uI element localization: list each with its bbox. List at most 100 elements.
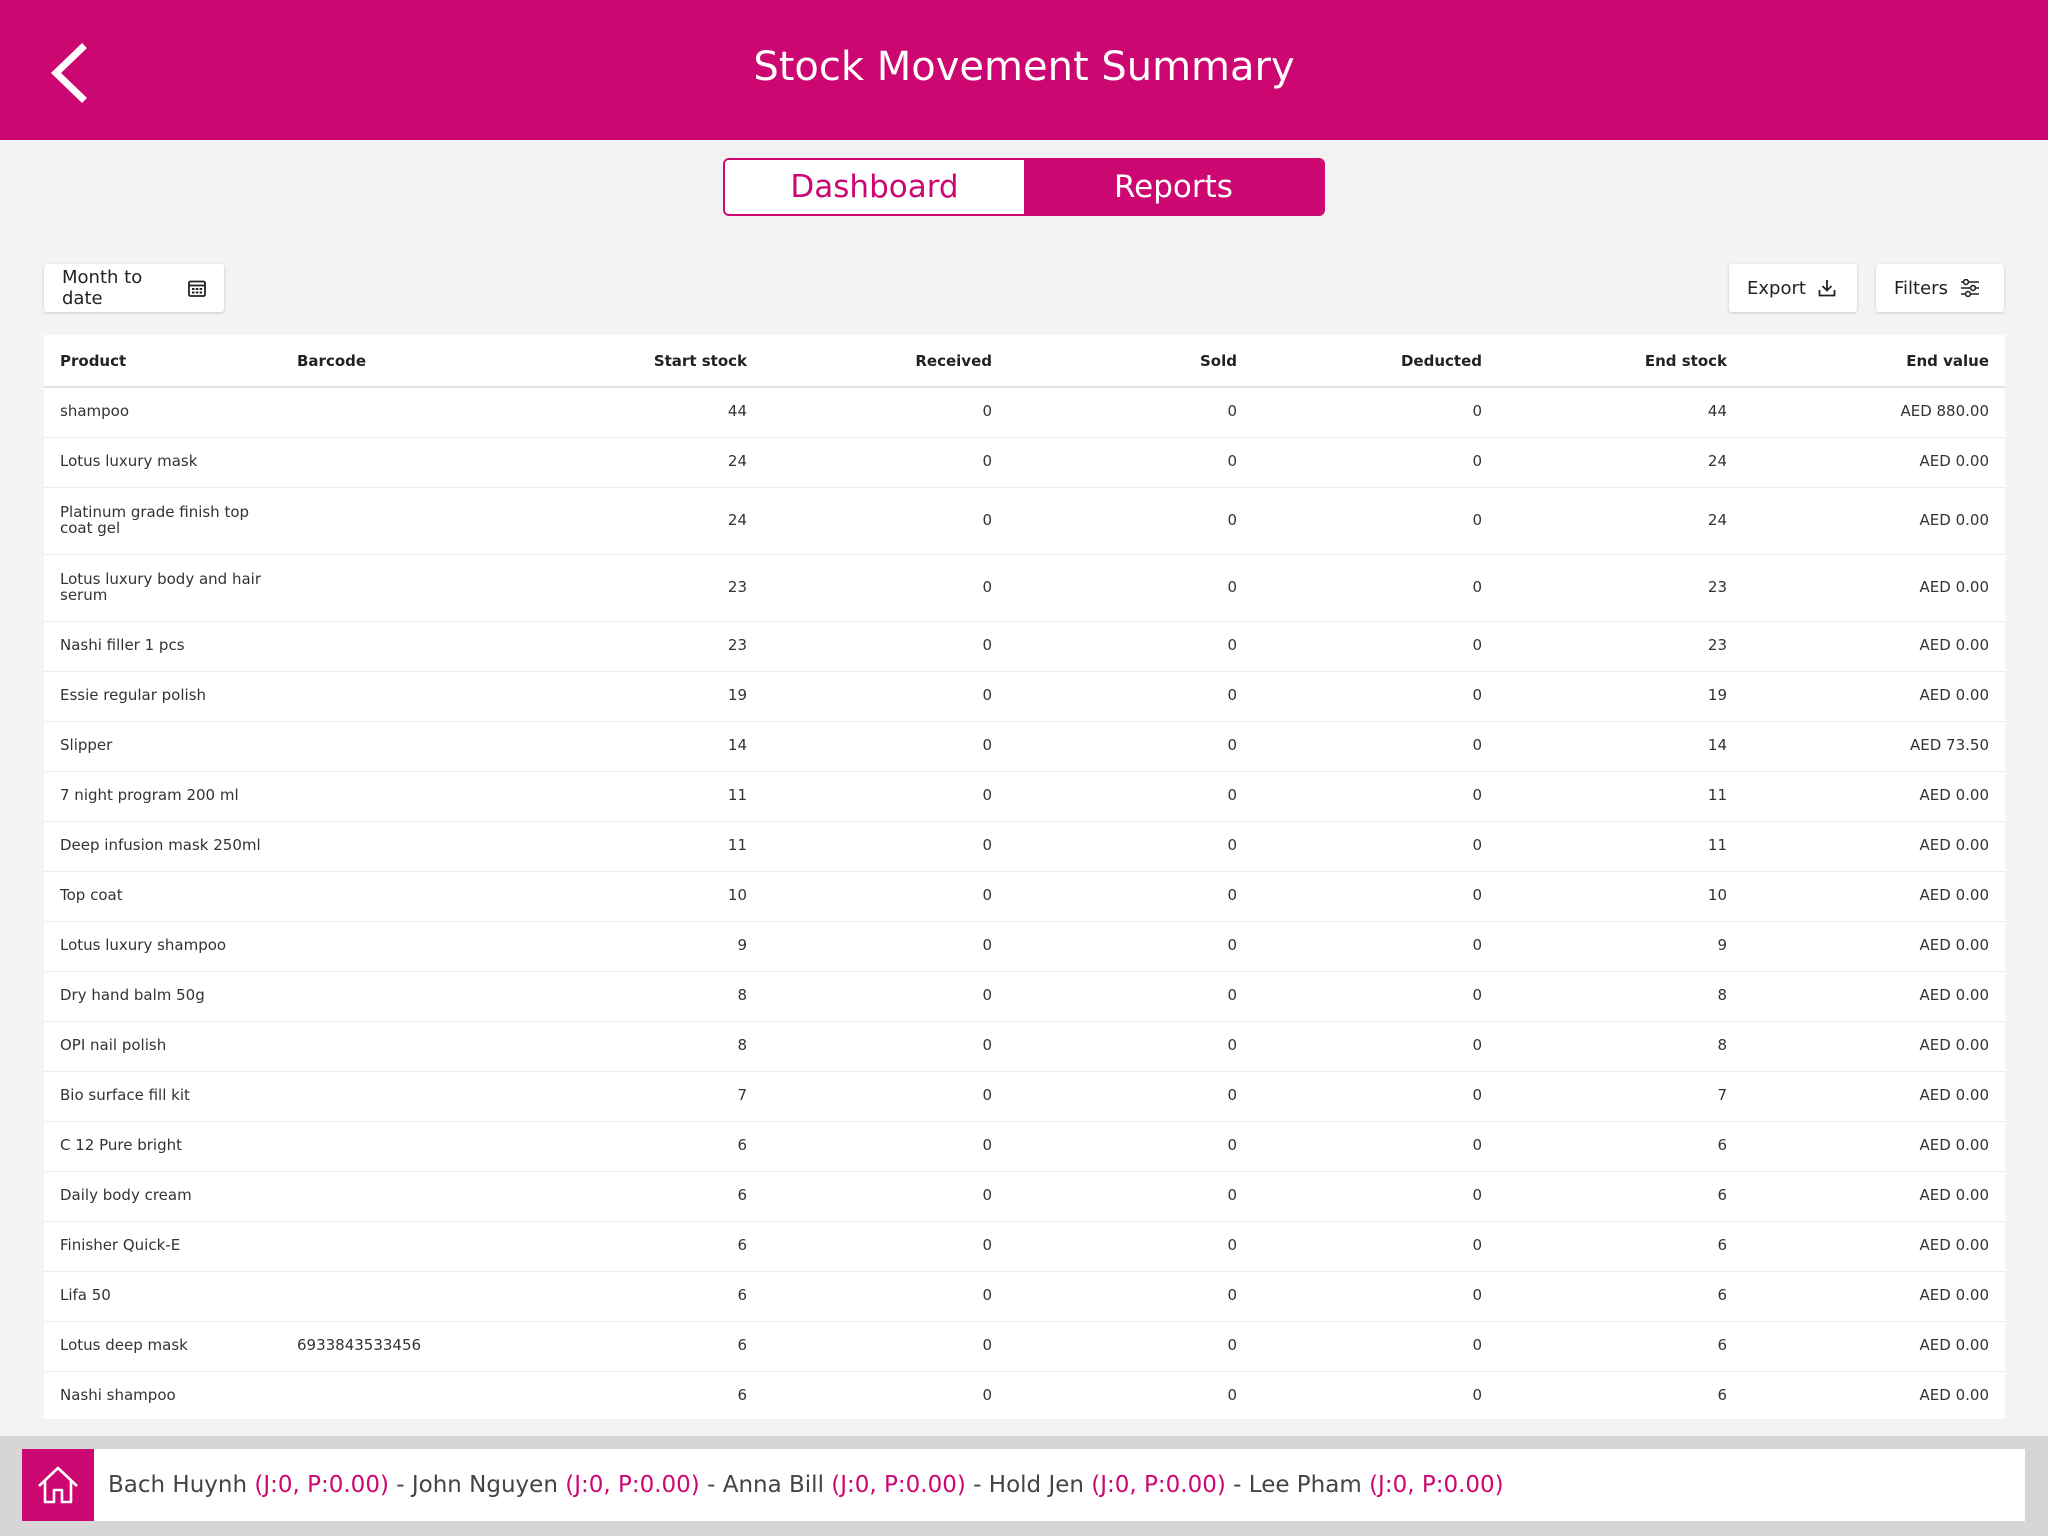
cell-end-stock: 24 — [1498, 437, 1743, 488]
cell-end-stock: 6 — [1498, 1371, 1743, 1419]
cell-start-stock: 23 — [518, 621, 763, 672]
filters-button[interactable]: Filters — [1876, 264, 2004, 312]
table-row[interactable]: Lotus luxury mask 24 0 0 0 24 AED 0.00 — [44, 437, 2005, 488]
table-row[interactable]: Lotus luxury shampoo 9 0 0 0 9 AED 0.00 — [44, 921, 2005, 972]
cell-product: Lotus deep mask — [44, 1321, 281, 1372]
date-range-label: Month to date — [62, 267, 143, 309]
staff-member[interactable]: Bach Huynh (J:0, P:0.00) — [108, 1472, 389, 1498]
top-app-bar: Stock Movement Summary — [0, 0, 2048, 140]
home-button[interactable] — [22, 1449, 94, 1521]
table-body: shampoo 44 0 0 0 44 AED 880.00 Lotus luxury mas… — [44, 387, 2005, 1419]
filters-label: Filters — [1894, 277, 1948, 299]
cell-start-stock: 6 — [518, 1371, 763, 1419]
cell-barcode — [281, 671, 518, 722]
column-header-sold[interactable]: Sold — [1008, 335, 1253, 388]
column-header-received[interactable]: Received — [763, 335, 1008, 388]
cell-barcode — [281, 1121, 518, 1172]
cell-sold: 0 — [1008, 971, 1253, 1022]
cell-deducted: 0 — [1253, 971, 1498, 1022]
table-row[interactable]: Daily body cream 6 0 0 0 6 AED 0.00 — [44, 1171, 2005, 1222]
cell-deducted: 0 — [1253, 1321, 1498, 1372]
table-row[interactable]: Lotus deep mask 6933843533456 6 0 0 0 6 AED 0.0… — [44, 1321, 2005, 1372]
cell-received: 0 — [763, 671, 1008, 722]
cell-end-stock: 10 — [1498, 871, 1743, 922]
cell-end-stock: 19 — [1498, 671, 1743, 722]
column-header-start-stock[interactable]: Start stock — [518, 335, 763, 388]
staff-member[interactable]: John Nguyen (J:0, P:0.00) — [412, 1472, 700, 1498]
tab-reports[interactable]: Reports — [1024, 160, 1323, 214]
column-header-barcode[interactable]: Barcode — [281, 335, 518, 388]
table-row[interactable]: Lifa 50 6 0 0 0 6 AED 0.00 — [44, 1271, 2005, 1322]
staff-stats: (J:0, P:0.00) — [1369, 1472, 1504, 1498]
export-label: Export — [1747, 277, 1806, 299]
cell-barcode — [281, 1371, 518, 1419]
staff-separator: - — [388, 1472, 412, 1498]
cell-end-value: AED 0.00 — [1743, 1221, 2005, 1272]
staff-stats: (J:0, P:0.00) — [1091, 1472, 1226, 1498]
stock-table-container[interactable]: Product Barcode Start stock Received Sol… — [44, 335, 2005, 1419]
cell-end-stock: 11 — [1498, 771, 1743, 822]
cell-barcode — [281, 387, 518, 438]
cell-received: 0 — [763, 1071, 1008, 1122]
export-button[interactable]: Export — [1729, 264, 1857, 312]
column-header-product[interactable]: Product — [44, 335, 281, 388]
cell-sold: 0 — [1008, 1071, 1253, 1122]
table-row[interactable]: Top coat 10 0 0 0 10 AED 0.00 — [44, 871, 2005, 922]
table-row[interactable]: Finisher Quick-E 6 0 0 0 6 AED 0.00 — [44, 1221, 2005, 1272]
cell-product: Bio surface fill kit — [44, 1071, 281, 1122]
staff-member[interactable]: Hold Jen (J:0, P:0.00) — [989, 1472, 1226, 1498]
table-row[interactable]: shampoo 44 0 0 0 44 AED 880.00 — [44, 387, 2005, 438]
cell-end-stock: 11 — [1498, 821, 1743, 872]
cell-product: Top coat — [44, 871, 281, 922]
cell-barcode — [281, 971, 518, 1022]
cell-product: Lotus luxury body and hair serum — [44, 554, 281, 622]
cell-product: Slipper — [44, 721, 281, 772]
staff-stats: (J:0, P:0.00) — [254, 1472, 389, 1498]
staff-member[interactable]: Lee Pham (J:0, P:0.00) — [1249, 1472, 1504, 1498]
cell-product: Platinum grade finish top coat gel — [44, 487, 281, 555]
cell-received: 0 — [763, 871, 1008, 922]
cell-end-value: AED 0.00 — [1743, 621, 2005, 672]
cell-product: Nashi shampoo — [44, 1371, 281, 1419]
table-row[interactable]: Bio surface fill kit 7 0 0 0 7 AED 0.00 — [44, 1071, 2005, 1122]
cell-start-stock: 19 — [518, 671, 763, 722]
cell-received: 0 — [763, 1221, 1008, 1272]
cell-start-stock: 11 — [518, 771, 763, 822]
table-row[interactable]: Platinum grade finish top coat gel 24 0 0 0 2… — [44, 487, 2005, 555]
home-icon — [38, 1466, 78, 1504]
table-row[interactable]: Dry hand balm 50g 8 0 0 0 8 AED 0.00 — [44, 971, 2005, 1022]
cell-received: 0 — [763, 554, 1008, 622]
cell-end-stock: 6 — [1498, 1171, 1743, 1222]
table-row[interactable]: Slipper 14 0 0 0 14 AED 73.50 — [44, 721, 2005, 772]
column-header-end-stock[interactable]: End stock — [1498, 335, 1743, 388]
cell-product: C 12 Pure bright — [44, 1121, 281, 1172]
column-header-deducted[interactable]: Deducted — [1253, 335, 1498, 388]
tab-dashboard[interactable]: Dashboard — [725, 160, 1024, 214]
cell-barcode — [281, 487, 518, 555]
cell-received: 0 — [763, 1321, 1008, 1372]
staff-member[interactable]: Anna Bill (J:0, P:0.00) — [723, 1472, 966, 1498]
table-row[interactable]: Deep infusion mask 250ml 11 0 0 0 11 AED 0.00 — [44, 821, 2005, 872]
table-row[interactable]: Lotus luxury body and hair serum 23 0 0 0 23 A… — [44, 554, 2005, 622]
cell-barcode — [281, 1221, 518, 1272]
table-row[interactable]: 7 night program 200 ml 11 0 0 0 11 AED 0.00 — [44, 771, 2005, 822]
cell-barcode — [281, 554, 518, 622]
table-row[interactable]: OPI nail polish 8 0 0 0 8 AED 0.00 — [44, 1021, 2005, 1072]
table-row[interactable]: C 12 Pure bright 6 0 0 0 6 AED 0.00 — [44, 1121, 2005, 1172]
cell-product: shampoo — [44, 387, 281, 438]
report-panel: Month to date Export Filters Product Bar… — [22, 249, 2027, 1419]
cell-product: Lotus luxury mask — [44, 437, 281, 488]
cell-deducted: 0 — [1253, 1071, 1498, 1122]
stock-movement-table: Product Barcode Start stock Received Sol… — [44, 335, 2005, 1419]
table-row[interactable]: Essie regular polish 19 0 0 0 19 AED 0.00 — [44, 671, 2005, 722]
cell-sold: 0 — [1008, 671, 1253, 722]
cell-barcode — [281, 1071, 518, 1122]
cell-deducted: 0 — [1253, 437, 1498, 488]
cell-sold: 0 — [1008, 771, 1253, 822]
column-header-end-value[interactable]: End value — [1743, 335, 2005, 388]
calendar-icon — [188, 280, 206, 297]
cell-deducted: 0 — [1253, 1371, 1498, 1419]
table-row[interactable]: Nashi filler 1 pcs 23 0 0 0 23 AED 0.00 — [44, 621, 2005, 672]
date-range-button[interactable]: Month to date — [44, 264, 224, 312]
table-row[interactable]: Nashi shampoo 6 0 0 0 6 AED 0.00 — [44, 1371, 2005, 1419]
